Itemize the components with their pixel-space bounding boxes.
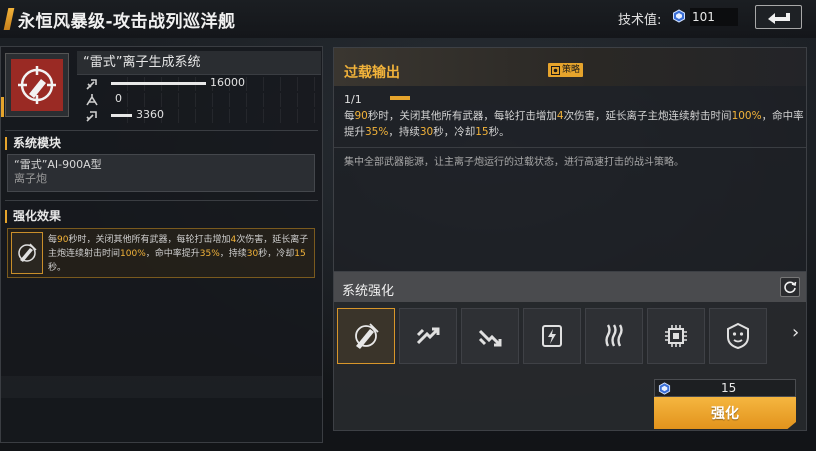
ion-cannon-icon [18, 66, 56, 104]
skill-desc-highlight: 100% [731, 110, 762, 122]
armor-piercing-icon [86, 94, 98, 106]
stat-value: 0 [115, 92, 122, 105]
top-bar: 永恒风暴级-攻击战列巡洋舰 技术值: 101 [0, 0, 816, 38]
enhance-slot-5[interactable] [585, 308, 643, 364]
divider [5, 130, 318, 131]
system-module-name: “雷式”AI-900A型 [14, 158, 102, 171]
skill-desc-highlight: 35% [365, 126, 389, 138]
effect-highlight: 90 [57, 235, 69, 245]
stat-track [111, 93, 321, 107]
enhance-header: 系统强化 [334, 272, 806, 302]
module-icon-frame[interactable] [5, 53, 69, 117]
cost-value: 15 [721, 381, 737, 395]
boost-down-icon [478, 329, 502, 347]
refresh-icon [784, 281, 797, 294]
enhance-title: 系统强化 [342, 284, 395, 299]
enhance-slot-7[interactable] [709, 308, 767, 364]
divider [5, 200, 318, 201]
enhance-slot-6[interactable] [647, 308, 705, 364]
skill-description: 每90秒时，关闭其他所有武器，每轮打击增加4次伤害，延长离子主炮连续射击时间10… [344, 108, 804, 140]
effect-text: 秒。 [48, 263, 67, 273]
stat-row-speed: 3360 [85, 108, 321, 123]
effect-text: 秒时，关闭其他所有武器，每轮打击增加 [68, 235, 231, 245]
cost-display: 15 [654, 379, 796, 397]
module-badge [11, 59, 63, 111]
enhance-slot-3[interactable] [461, 308, 519, 364]
skill-desc-highlight: 15 [475, 126, 489, 138]
skill-desc-text: 每 [344, 110, 355, 122]
system-enhance-panel: 系统强化 › 15 强化 [333, 271, 807, 431]
chip-icon [665, 325, 687, 347]
title-accent [3, 8, 15, 30]
stat-value: 3360 [136, 108, 164, 121]
enhance-effect-text: 每90秒时，关闭其他所有武器，每轮打击增加4次伤害，延长离子主炮连续射击时间10… [48, 233, 312, 275]
firepower-icon [86, 79, 97, 90]
effect-highlight: 35% [199, 249, 220, 259]
skill-desc-text: 次伤害，延长离子主炮连续射击时间 [563, 110, 732, 122]
lion-emblem-icon [727, 322, 749, 350]
back-arrow-icon [767, 13, 790, 24]
effect-highlight: 30 [246, 249, 259, 259]
skill-desc-highlight: 30 [419, 126, 434, 138]
skill-flavor-text: 集中全部武器能源，让主离子炮运行的过载状态，进行高速打击的战斗策略。 [344, 157, 684, 168]
module-name: “雷式”离子生成系统 [77, 51, 321, 75]
module-info-panel: “雷式”离子生成系统 16000 0 3360 系统模块 “雷式”AI-900A… [0, 46, 323, 443]
enhance-slot-4[interactable] [523, 308, 581, 364]
skill-level-bar [390, 96, 410, 100]
tech-hex-icon [673, 9, 685, 23]
boost-up-icon [416, 327, 440, 345]
enhance-effect-card: 每90秒时，关闭其他所有武器，每轮打击增加4次伤害，延长离子主炮连续射击时间10… [7, 228, 315, 278]
skill-title: 过载输出 [344, 65, 400, 81]
stat-value: 16000 [210, 76, 245, 89]
stat-bar [111, 114, 132, 117]
stat-bar [111, 82, 206, 85]
stat-row-armor: 0 [85, 92, 321, 107]
energy-card-icon [542, 325, 562, 347]
strategy-tag-icon [551, 65, 560, 75]
overload-cannon-icon [355, 323, 379, 349]
page-title: 永恒风暴级-攻击战列巡洋舰 [18, 12, 236, 32]
skill-detail-panel: 过载输出 策略 1/1 每90秒时，关闭其他所有武器，每轮打击增加4次伤害，延长… [333, 47, 807, 273]
strategy-tag-label: 策略 [562, 65, 581, 75]
next-page-arrow-icon[interactable]: › [792, 322, 799, 343]
effect-icon-frame [11, 232, 43, 274]
skill-desc-highlight: 4 [556, 110, 564, 122]
system-module-type: 离子炮 [14, 172, 47, 185]
system-module-heading: 系统模块 [5, 137, 61, 150]
enhance-button[interactable]: 强化 [654, 397, 796, 429]
effect-text: ，命中率提升 [145, 249, 200, 259]
heat-waves-icon [605, 324, 623, 347]
speed-icon [86, 111, 97, 122]
skill-header: 过载输出 策略 [334, 48, 806, 86]
strategy-tag: 策略 [548, 63, 584, 77]
skill-desc-text: 秒，冷却 [433, 126, 476, 138]
system-module-card[interactable]: “雷式”AI-900A型 离子炮 [7, 154, 315, 192]
skill-desc-highlight: 90 [354, 110, 368, 122]
enhance-effect-heading: 强化效果 [5, 210, 61, 223]
skill-desc-text: 秒时，关闭其他所有武器，每轮打击增加 [367, 110, 557, 122]
effect-text: 秒，冷却 [258, 249, 295, 259]
effect-highlight: 15 [294, 249, 306, 259]
skill-desc-text: 秒。 [488, 126, 510, 138]
skill-desc-text: ，持续 [388, 126, 420, 138]
tech-hex-icon [658, 382, 671, 395]
selected-accent [1, 97, 4, 117]
effect-text: ，持续 [219, 249, 247, 259]
overload-cannon-icon [18, 243, 37, 262]
back-button[interactable] [755, 5, 802, 29]
faded-slot [1, 376, 322, 398]
skill-level: 1/1 [344, 93, 362, 106]
tech-value: 101 [690, 8, 738, 26]
enhance-slot-2[interactable] [399, 308, 457, 364]
refresh-button[interactable] [780, 277, 800, 297]
stat-row-firepower: 16000 [85, 76, 321, 91]
effect-highlight: 100% [120, 249, 146, 259]
divider [334, 147, 806, 148]
tech-value-label: 技术值: [618, 13, 662, 28]
effect-text: 每 [48, 235, 58, 245]
enhance-slot-1[interactable] [337, 308, 395, 364]
